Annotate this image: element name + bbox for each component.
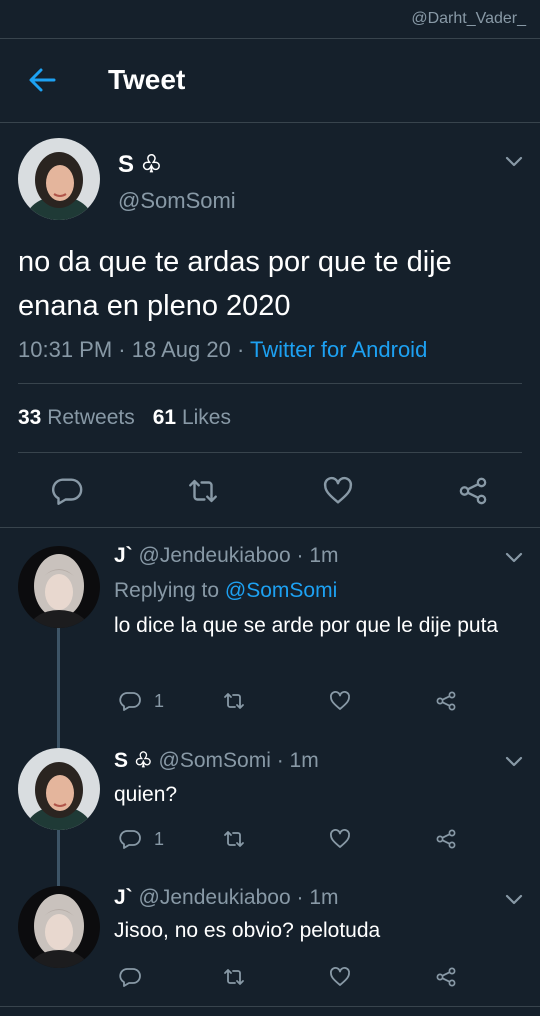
tweet-stats: 33 Retweets 61 Likes	[18, 406, 231, 430]
reply-count: 1	[154, 828, 165, 849]
reply-author-handle[interactable]: @SomSomi	[159, 749, 271, 772]
reply-author-handle[interactable]: @Jendeukiaboo	[139, 886, 291, 909]
like-icon	[330, 967, 350, 986]
divider	[0, 1006, 540, 1007]
share-button[interactable]	[456, 474, 490, 508]
retweet-button[interactable]	[222, 826, 246, 852]
reply-button[interactable]: 1	[118, 826, 164, 852]
likes-stat[interactable]: 61 Likes	[153, 406, 231, 429]
tweet-meta: 10:31 PM · 18 Aug 20 · Twitter for Andro…	[18, 337, 428, 362]
retweet-icon	[224, 693, 244, 709]
reply-author-name[interactable]: S ♧	[114, 749, 153, 772]
reply-text: lo dice la que se arde por que le dije p…	[114, 614, 499, 637]
divider	[18, 452, 522, 453]
retweet-button[interactable]	[222, 964, 246, 990]
divider	[18, 383, 522, 384]
retweets-count: 33	[18, 406, 42, 429]
reply-text: Jisoo, no es obvio? pelotuda	[114, 919, 381, 942]
thread-line	[57, 830, 60, 886]
reply-icon	[51, 478, 83, 505]
divider	[0, 38, 540, 39]
reply-count: 1	[154, 690, 165, 711]
retweet-icon	[224, 831, 244, 847]
reply-options-button[interactable]	[504, 892, 524, 906]
reply-time: 1m	[309, 886, 339, 909]
replying-label: Replying to	[114, 579, 220, 602]
avatar[interactable]	[18, 138, 100, 220]
back-arrow-icon	[29, 68, 56, 92]
reply-button[interactable]	[118, 964, 154, 990]
share-button[interactable]	[434, 964, 458, 990]
like-icon	[330, 691, 350, 710]
likes-label: Likes	[181, 406, 231, 429]
reply-header: S ♧ @SomSomi · 1m	[114, 749, 319, 772]
reply-icon	[119, 692, 141, 711]
like-icon	[330, 829, 350, 848]
retweets-label: Retweets	[47, 406, 135, 429]
retweet-button[interactable]	[186, 474, 220, 508]
watermark: @Darht_Vader_	[411, 10, 526, 27]
reply-time: 1m	[309, 544, 339, 567]
reply-text: quien?	[114, 783, 178, 806]
back-button[interactable]	[24, 62, 60, 98]
reply-time: 1m	[289, 749, 319, 772]
retweet-icon	[224, 969, 244, 985]
thread-line	[57, 628, 60, 748]
avatar[interactable]	[18, 748, 100, 830]
chevron-down-icon	[505, 552, 523, 563]
likes-count: 61	[152, 406, 177, 429]
chevron-down-icon	[505, 156, 523, 167]
reply-author-handle[interactable]: @Jendeukiaboo	[139, 544, 291, 567]
divider	[0, 527, 540, 528]
share-button[interactable]	[434, 826, 458, 852]
reply-header: J` @Jendeukiaboo · 1m	[114, 544, 339, 567]
reply-options-button[interactable]	[504, 754, 524, 768]
reply-author-name[interactable]: J`	[114, 886, 133, 909]
tweet-text: no da que te ardas por que te dije enana…	[18, 246, 452, 322]
like-button[interactable]	[321, 474, 355, 508]
share-icon	[436, 691, 456, 711]
avatar[interactable]	[18, 886, 100, 968]
reply-options-button[interactable]	[504, 550, 524, 564]
top-bar: Tweet	[0, 40, 540, 122]
reply-icon	[119, 830, 141, 849]
like-icon	[323, 476, 353, 504]
tweet-options-button[interactable]	[504, 154, 524, 168]
share-button[interactable]	[434, 688, 458, 714]
retweets-stat[interactable]: 33 Retweets	[18, 406, 135, 429]
share-icon	[436, 829, 456, 849]
author-name[interactable]: S ♧	[118, 150, 162, 179]
like-button[interactable]	[328, 826, 352, 852]
page-title: Tweet	[108, 64, 186, 95]
share-icon	[459, 477, 487, 505]
like-button[interactable]	[328, 688, 352, 714]
author-handle[interactable]: @SomSomi	[118, 188, 236, 214]
replying-mention-link[interactable]: @SomSomi	[225, 579, 337, 602]
divider	[0, 122, 540, 123]
tweet-date: 18 Aug 20	[131, 337, 231, 362]
like-button[interactable]	[328, 964, 352, 990]
reply-header: J` @Jendeukiaboo · 1m	[114, 886, 339, 909]
chevron-down-icon	[505, 756, 523, 767]
reply-icon	[119, 968, 141, 987]
reply-button[interactable]: 1	[118, 688, 164, 714]
reply-author-name[interactable]: J`	[114, 544, 133, 567]
tweet-time: 10:31 PM	[18, 337, 113, 362]
reply-button[interactable]	[50, 474, 84, 508]
avatar[interactable]	[18, 546, 100, 628]
chevron-down-icon	[505, 894, 523, 905]
tweet-source-link[interactable]: Twitter for Android	[250, 337, 427, 362]
retweet-icon	[189, 479, 217, 503]
retweet-button[interactable]	[222, 688, 246, 714]
replying-to: Replying to @SomSomi	[114, 579, 337, 603]
share-icon	[436, 967, 456, 987]
